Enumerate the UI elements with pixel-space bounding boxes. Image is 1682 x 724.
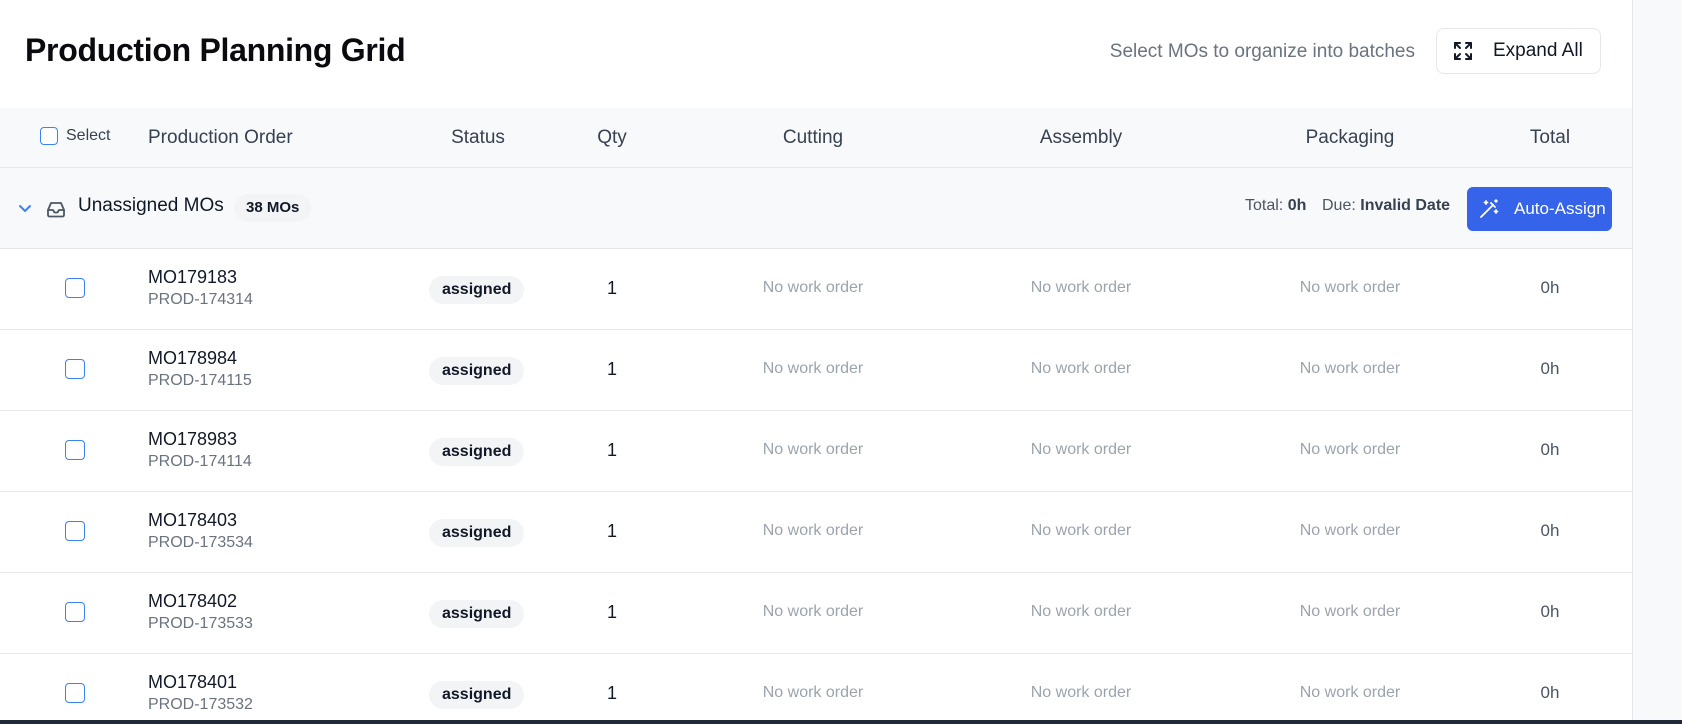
status-badge: assigned: [429, 438, 525, 466]
qty-value: 1: [606, 359, 617, 379]
header-hint: Select MOs to organize into batches: [1109, 41, 1415, 62]
status-badge: assigned: [429, 276, 525, 304]
auto-assign-label: Auto-Assign: [1514, 199, 1606, 218]
total-hours: 0h: [1540, 602, 1560, 621]
select-header-label: Select: [66, 127, 111, 144]
select-all-checkbox[interactable]: [40, 127, 58, 145]
product-code: PROD-174115: [148, 372, 252, 389]
total-hours: 0h: [1540, 683, 1560, 702]
row-checkbox[interactable]: [65, 602, 85, 622]
product-code: PROD-174314: [148, 291, 253, 308]
group-total: Total: 0h: [1245, 197, 1306, 215]
table-row[interactable]: MO178984 PROD-174115 assigned 1 No work …: [0, 330, 1632, 411]
mo-number[interactable]: MO178402: [148, 591, 237, 612]
total-hours: 0h: [1540, 440, 1560, 459]
page-title: Production Planning Grid: [25, 32, 406, 68]
row-checkbox[interactable]: [65, 359, 85, 379]
assembly-cell: No work order: [1030, 441, 1132, 458]
row-checkbox[interactable]: [65, 440, 85, 460]
mo-number[interactable]: MO179183: [148, 267, 237, 288]
status-badge: assigned: [429, 600, 525, 628]
packaging-cell: No work order: [1299, 360, 1401, 377]
mo-number[interactable]: MO178403: [148, 510, 237, 531]
status-badge: assigned: [429, 681, 525, 709]
qty-value: 1: [606, 602, 617, 622]
planning-grid-panel: Production Planning Grid Select MOs to o…: [0, 0, 1632, 724]
packaging-cell: No work order: [1299, 279, 1401, 296]
magic-wand-icon: [1478, 198, 1500, 220]
page-header: Production Planning Grid Select MOs to o…: [0, 0, 1632, 108]
status-badge: assigned: [429, 519, 525, 547]
group-total-value: 0h: [1287, 197, 1307, 214]
packaging-cell: No work order: [1299, 441, 1401, 458]
assembly-cell: No work order: [1030, 603, 1132, 620]
cutting-cell: No work order: [762, 522, 864, 539]
qty-value: 1: [606, 521, 617, 541]
cutting-cell: No work order: [762, 360, 864, 377]
col-production-order: Production Order: [148, 127, 293, 148]
cutting-cell: No work order: [762, 603, 864, 620]
total-hours: 0h: [1540, 359, 1560, 378]
packaging-cell: No work order: [1299, 603, 1401, 620]
group-label: Unassigned MOs: [78, 195, 224, 216]
packaging-cell: No work order: [1299, 522, 1401, 539]
mo-number[interactable]: MO178983: [148, 429, 237, 450]
table-row[interactable]: MO178403 PROD-173534 assigned 1 No work …: [0, 492, 1632, 573]
col-qty: Qty: [597, 127, 627, 148]
group-count-badge: 38 MOs: [234, 194, 312, 222]
select-all[interactable]: Select: [40, 127, 110, 145]
assembly-cell: No work order: [1030, 360, 1132, 377]
inbox-icon: [45, 198, 67, 220]
cutting-cell: No work order: [762, 441, 864, 458]
total-hours: 0h: [1540, 521, 1560, 540]
col-assembly: Assembly: [1039, 127, 1123, 148]
assembly-cell: No work order: [1030, 279, 1132, 296]
product-code: PROD-173533: [148, 615, 253, 632]
qty-value: 1: [606, 683, 617, 703]
mo-number[interactable]: MO178984: [148, 348, 237, 369]
maximize-icon: [1453, 41, 1473, 61]
row-checkbox[interactable]: [65, 521, 85, 541]
table-header: Select Production Order Status Qty Cutti…: [0, 108, 1632, 168]
product-code: PROD-173532: [148, 696, 253, 713]
right-panel-edge: [1632, 0, 1682, 724]
chevron-down-icon[interactable]: [16, 199, 34, 217]
group-unassigned: Unassigned MOs 38 MOs Total: 0h Due: Inv…: [0, 168, 1632, 249]
table-row[interactable]: MO178983 PROD-174114 assigned 1 No work …: [0, 411, 1632, 492]
product-code: PROD-173534: [148, 534, 253, 551]
col-status: Status: [451, 127, 505, 148]
bottom-edge-bar: [0, 720, 1682, 724]
group-due-value: Invalid Date: [1360, 197, 1451, 214]
table-row[interactable]: MO178402 PROD-173533 assigned 1 No work …: [0, 573, 1632, 654]
auto-assign-button[interactable]: Auto-Assign: [1467, 187, 1612, 231]
assembly-cell: No work order: [1030, 684, 1132, 701]
qty-value: 1: [606, 278, 617, 298]
cutting-cell: No work order: [762, 684, 864, 701]
col-total: Total: [1529, 127, 1571, 148]
group-due: Due: Invalid Date: [1322, 197, 1450, 215]
table-body: MO179183 PROD-174314 assigned 1 No work …: [0, 249, 1632, 724]
col-cutting: Cutting: [782, 127, 844, 148]
group-total-label: Total:: [1245, 197, 1284, 214]
row-checkbox[interactable]: [65, 683, 85, 703]
qty-value: 1: [606, 440, 617, 460]
product-code: PROD-174114: [148, 453, 252, 470]
mo-number[interactable]: MO178401: [148, 672, 237, 693]
expand-all-button[interactable]: Expand All: [1436, 28, 1601, 74]
cutting-cell: No work order: [762, 279, 864, 296]
total-hours: 0h: [1540, 278, 1560, 297]
group-due-label: Due:: [1322, 197, 1356, 214]
table-row[interactable]: MO179183 PROD-174314 assigned 1 No work …: [0, 249, 1632, 330]
status-badge: assigned: [429, 357, 525, 385]
assembly-cell: No work order: [1030, 522, 1132, 539]
col-packaging: Packaging: [1305, 127, 1395, 148]
table-row[interactable]: MO178401 PROD-173532 assigned 1 No work …: [0, 654, 1632, 724]
expand-all-label: Expand All: [1493, 40, 1583, 61]
row-checkbox[interactable]: [65, 278, 85, 298]
packaging-cell: No work order: [1299, 684, 1401, 701]
